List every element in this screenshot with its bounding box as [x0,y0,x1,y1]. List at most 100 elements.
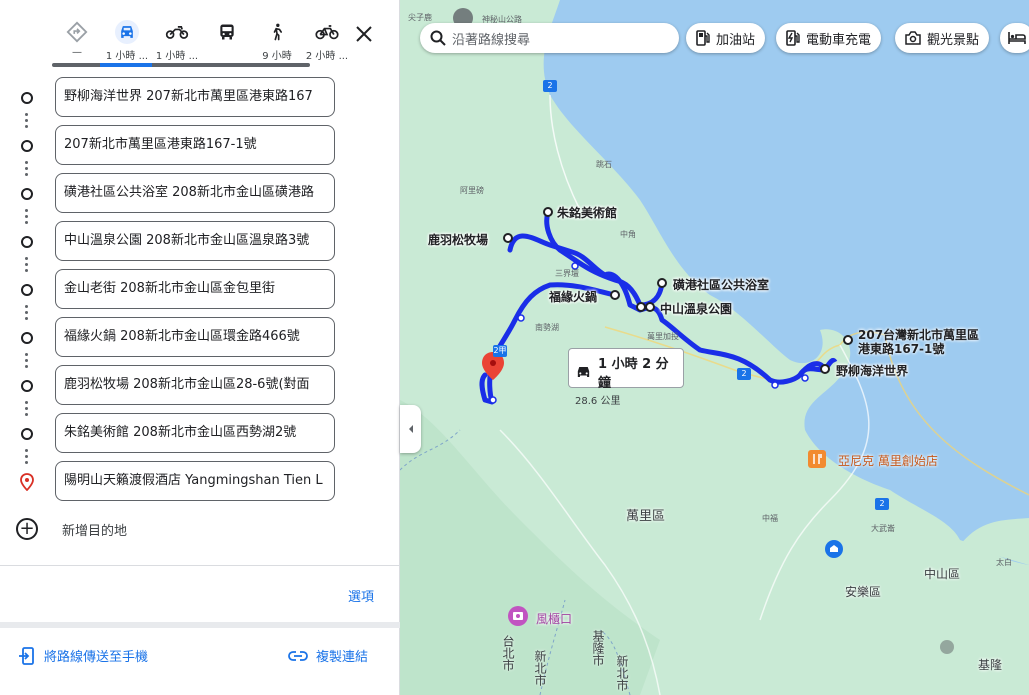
route-stop-2: 207新北市萬里區港東路167-1號 [0,125,400,165]
mode-motorcycle[interactable]: 1 小時 ... [152,0,202,66]
stop-circle-icon [21,284,33,296]
mode-walking-label: 9 小時 [262,51,292,62]
stop-input-1[interactable]: 野柳海洋世界 207新北市萬里區港東路167 [55,77,335,117]
mode-driving[interactable]: 1 小時 ... [102,0,152,66]
route-stop-9: 陽明山天籟渡假酒店 Yangmingshan Tien L [0,461,400,501]
map-label-sanjie: 三界壇 [555,269,579,278]
link-icon [288,650,308,661]
map-label-zhongshan[interactable]: 中山溫泉公園 [660,300,732,317]
stop-input-2[interactable]: 207新北市萬里區港東路167-1號 [55,125,335,165]
route-stop-7: 鹿羽松牧場 208新北市金山區28-6號(對面 [0,365,400,405]
route-stop-1: 野柳海洋世界 207新北市萬里區港東路167 [0,77,400,117]
mode-best-label: — [72,47,82,58]
walking-icon [265,20,289,44]
travel-mode-tabs: — 1 小時 ... 1 小時 ... 9 小時 2 小時 ... [52,0,352,66]
bus-icon [215,20,239,44]
map-label-wanli: 萬里區 [626,509,666,524]
chip-attractions-label: 觀光景點 [927,32,980,48]
map-label-taipei: 台北市 [501,635,515,671]
add-destination-button[interactable]: + 新增目的地 [0,512,400,546]
map-label-liuyuan: 跳石 [596,160,612,169]
map-label-top: 尖子鹿 [408,13,432,22]
send-to-phone-icon [19,646,34,665]
map-label-address[interactable]: 207台灣新北市萬里區港東路167-1號 [858,328,983,356]
map-canvas[interactable]: 2 2甲 2 2 朱銘美術館 鹿羽松牧場 福緣火鍋 磺港社區公共浴室 中山溫泉公… [400,0,1029,695]
divider [0,622,400,628]
diamond-directions-icon [65,20,89,44]
bicycle-icon [315,20,339,44]
mode-best[interactable]: — [52,0,102,66]
send-to-phone-label: 將路線傳送至手機 [44,650,149,665]
collapse-panel-button[interactable] [400,405,421,453]
map-label-newtaipei: 新北市 [533,650,547,686]
divider [0,565,400,566]
mode-cycling[interactable]: 2 小時 ... [302,0,352,66]
chip-attractions[interactable]: 觀光景點 [895,23,990,53]
route-search-input[interactable]: 沿著路線搜尋 [420,23,679,53]
mode-indicator [52,63,310,67]
send-to-phone-button[interactable]: 將路線傳送至手機 [18,646,148,665]
stop-input-8[interactable]: 朱銘美術館 208新北市金山區西勢湖2號 [55,413,335,453]
mode-walking[interactable]: 9 小時 [252,0,302,66]
restaurant-marker[interactable] [808,450,826,468]
close-directions-button[interactable] [350,20,378,48]
chip-ev-charging[interactable]: 電動車充電 [776,23,882,53]
stop-input-6[interactable]: 福緣火鍋 208新北市金山區環金路466號 [55,317,335,357]
stop-circle-icon [21,332,33,344]
map-label-keelung: 基隆 [978,658,1003,672]
map-label-fuyuan[interactable]: 福緣火鍋 [549,288,597,305]
motorcycle-icon [165,20,189,44]
plus-icon: + [16,518,38,540]
copy-link-button[interactable]: 複製連結 [288,646,368,665]
mode-driving-label: 1 小時 ... [105,51,149,62]
map-label-nanshihu: 南勢湖 [535,323,559,332]
chip-hotels[interactable] [1000,23,1029,53]
map-label-baishi: 阿里磅 [460,186,484,195]
map-label-fengguikou[interactable]: 風櫃口 [536,610,572,627]
map-label-dawu: 大武崙 [871,524,895,533]
mode-transit[interactable] [202,0,252,66]
route-stop-6: 福緣火鍋 208新北市金山區環金路466號 [0,317,400,357]
stop-circle-icon [21,140,33,152]
stop-input-9[interactable]: 陽明山天籟渡假酒店 Yangmingshan Tien L [55,461,335,501]
stop-circle-icon [21,236,33,248]
map-label-restaurant[interactable]: 亞尼克 萬里創始店 [838,452,938,469]
map-label-jinshan: 中角 [620,230,636,239]
route-distance: 28.6 公里 [575,396,621,407]
map-label-luyu[interactable]: 鹿羽松牧場 [428,231,488,248]
route-duration: 1 小時 2 分鐘 [598,357,669,391]
stop-input-7[interactable]: 鹿羽松牧場 208新北市金山區28-6號(對面 [55,365,335,405]
chip-gas-station[interactable]: 加油站 [686,23,766,53]
route-stop-8: 朱銘美術館 208新北市金山區西勢湖2號 [0,413,400,453]
bed-icon [1008,32,1026,44]
car-icon [577,367,590,377]
mode-cycling-label: 2 小時 ... [305,51,349,62]
destination-pin-icon [20,473,34,491]
close-icon [356,26,372,42]
route-search-placeholder: 沿著路線搜尋 [452,32,531,48]
route-stop-4: 中山溫泉公園 208新北市金山區溫泉路3號 [0,221,400,261]
stop-circle-icon [21,92,33,104]
camera-icon [905,31,921,45]
stop-circle-icon [21,380,33,392]
map-label-huanggang[interactable]: 磺港社區公共浴室 [673,276,769,293]
stop-input-3[interactable]: 磺港社區公共浴室 208新北市金山區磺港路 [55,173,335,213]
map-label-zhonghua: 中福 [762,514,778,523]
copy-link-label: 複製連結 [316,650,369,665]
chip-ev-charging-label: 電動車充電 [806,32,872,48]
map-label-taibai: 太白 [996,558,1012,567]
map-label-zhongshan-district: 中山區 [924,567,961,581]
options-button[interactable]: 選項 [348,586,374,605]
map-label-yehliu[interactable]: 野柳海洋世界 [836,362,908,379]
stop-circle-icon [21,188,33,200]
route-duration-callout[interactable]: 1 小時 2 分鐘 28.6 公里 [568,348,684,407]
route-stop-5: 金山老街 208新北市金山區金包里街 [0,269,400,309]
add-destination-label: 新增目的地 [62,524,128,539]
chevron-left-icon [408,425,413,433]
stop-input-4[interactable]: 中山溫泉公園 208新北市金山區溫泉路3號 [55,221,335,261]
stop-input-5[interactable]: 金山老街 208新北市金山區金包里街 [55,269,335,309]
map-label-juming[interactable]: 朱銘美術館 [557,204,617,221]
map-label-keelung-city: 基隆市 [591,630,605,666]
map-label-newtaipei2: 新北市 [615,655,629,691]
car-icon [115,20,139,44]
